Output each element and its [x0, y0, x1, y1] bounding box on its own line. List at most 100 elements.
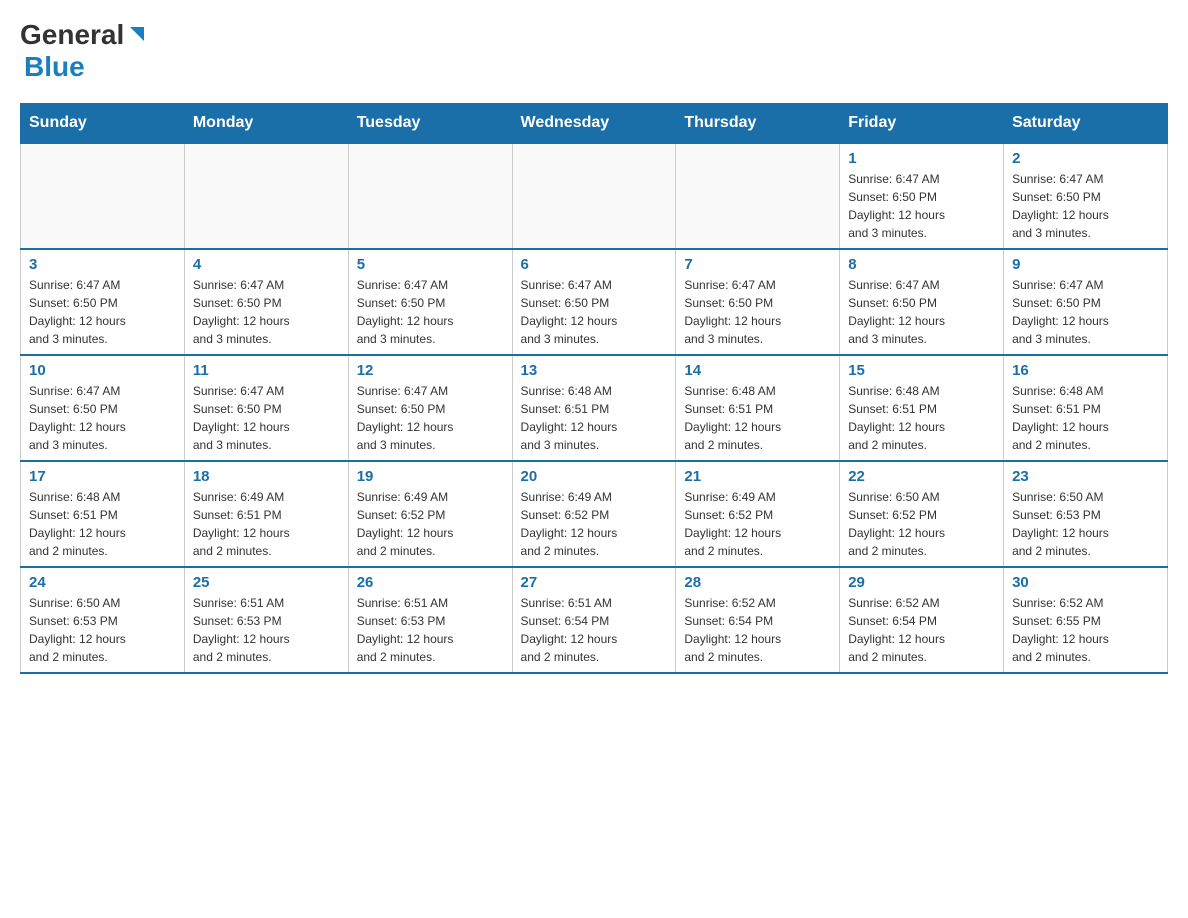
day-number: 14 — [684, 362, 831, 379]
day-info: Sunrise: 6:47 AM Sunset: 6:50 PM Dayligh… — [848, 276, 995, 348]
day-info: Sunrise: 6:50 AM Sunset: 6:53 PM Dayligh… — [29, 594, 176, 666]
day-info: Sunrise: 6:47 AM Sunset: 6:50 PM Dayligh… — [1012, 276, 1159, 348]
day-number: 1 — [848, 150, 995, 167]
day-number: 15 — [848, 362, 995, 379]
calendar-cell: 4 Sunrise: 6:47 AM Sunset: 6:50 PM Daylig… — [184, 249, 348, 355]
day-number: 11 — [193, 362, 340, 379]
calendar-cell: 6 Sunrise: 6:47 AM Sunset: 6:50 PM Daylig… — [512, 249, 676, 355]
calendar-cell: 7Sunrise: 6:47 AM Sunset: 6:50 PM Daylig… — [676, 249, 840, 355]
calendar-cell: 10Sunrise: 6:47 AM Sunset: 6:50 PM Dayli… — [21, 355, 185, 461]
day-number: 5 — [357, 256, 504, 273]
day-number: 21 — [684, 468, 831, 485]
calendar-cell: 17 Sunrise: 6:48 AM Sunset: 6:51 PM Dayli… — [21, 461, 185, 567]
day-number: 6 — [521, 256, 668, 273]
calendar-cell: 30 Sunrise: 6:52 AM Sunset: 6:55 PM Dayli… — [1004, 567, 1168, 673]
calendar-table: SundayMondayTuesdayWednesdayThursdayFrid… — [20, 103, 1168, 674]
logo-blue: Blue — [24, 51, 85, 83]
calendar-cell: 14 Sunrise: 6:48 AM Sunset: 6:51 PM Dayli… — [676, 355, 840, 461]
calendar-cell: 26 Sunrise: 6:51 AM Sunset: 6:53 PM Dayli… — [348, 567, 512, 673]
day-info: Sunrise: 6:48 AM Sunset: 6:51 PM Dayligh… — [684, 382, 831, 454]
day-number: 7 — [684, 256, 831, 273]
weekday-header-friday: Friday — [840, 103, 1004, 143]
calendar-cell — [676, 143, 840, 249]
logo-arrow-icon — [126, 25, 148, 47]
day-number: 26 — [357, 574, 504, 591]
day-info: Sunrise: 6:52 AM Sunset: 6:55 PM Dayligh… — [1012, 594, 1159, 666]
week-row-3: 10Sunrise: 6:47 AM Sunset: 6:50 PM Dayli… — [21, 355, 1168, 461]
calendar-cell — [21, 143, 185, 249]
day-number: 20 — [521, 468, 668, 485]
day-number: 2 — [1012, 150, 1159, 167]
day-number: 8 — [848, 256, 995, 273]
calendar-cell: 21 Sunrise: 6:49 AM Sunset: 6:52 PM Dayli… — [676, 461, 840, 567]
day-number: 18 — [193, 468, 340, 485]
calendar-cell: 20Sunrise: 6:49 AM Sunset: 6:52 PM Dayli… — [512, 461, 676, 567]
day-number: 24 — [29, 574, 176, 591]
weekday-header-sunday: Sunday — [21, 103, 185, 143]
calendar-cell: 5 Sunrise: 6:47 AM Sunset: 6:50 PM Daylig… — [348, 249, 512, 355]
weekday-header-row: SundayMondayTuesdayWednesdayThursdayFrid… — [21, 103, 1168, 143]
day-number: 30 — [1012, 574, 1159, 591]
calendar-cell: 12 Sunrise: 6:47 AM Sunset: 6:50 PM Dayli… — [348, 355, 512, 461]
day-info: Sunrise: 6:48 AM Sunset: 6:51 PM Dayligh… — [1012, 382, 1159, 454]
day-info: Sunrise: 6:52 AM Sunset: 6:54 PM Dayligh… — [848, 594, 995, 666]
day-info: Sunrise: 6:49 AM Sunset: 6:51 PM Dayligh… — [193, 488, 340, 560]
day-info: Sunrise: 6:51 AM Sunset: 6:53 PM Dayligh… — [357, 594, 504, 666]
calendar-cell: 13Sunrise: 6:48 AM Sunset: 6:51 PM Dayli… — [512, 355, 676, 461]
weekday-header-wednesday: Wednesday — [512, 103, 676, 143]
calendar-cell: 3 Sunrise: 6:47 AM Sunset: 6:50 PM Daylig… — [21, 249, 185, 355]
calendar-cell: 11Sunrise: 6:47 AM Sunset: 6:50 PM Dayli… — [184, 355, 348, 461]
day-number: 17 — [29, 468, 176, 485]
week-row-1: 1 Sunrise: 6:47 AM Sunset: 6:50 PM Daylig… — [21, 143, 1168, 249]
day-info: Sunrise: 6:52 AM Sunset: 6:54 PM Dayligh… — [684, 594, 831, 666]
calendar-cell: 2Sunrise: 6:47 AM Sunset: 6:50 PM Daylig… — [1004, 143, 1168, 249]
day-info: Sunrise: 6:48 AM Sunset: 6:51 PM Dayligh… — [521, 382, 668, 454]
calendar-cell: 27 Sunrise: 6:51 AM Sunset: 6:54 PM Dayli… — [512, 567, 676, 673]
logo-general: General — [20, 20, 124, 51]
calendar-cell: 16Sunrise: 6:48 AM Sunset: 6:51 PM Dayli… — [1004, 355, 1168, 461]
day-info: Sunrise: 6:49 AM Sunset: 6:52 PM Dayligh… — [357, 488, 504, 560]
calendar-cell: 1 Sunrise: 6:47 AM Sunset: 6:50 PM Daylig… — [840, 143, 1004, 249]
day-info: Sunrise: 6:50 AM Sunset: 6:53 PM Dayligh… — [1012, 488, 1159, 560]
day-number: 9 — [1012, 256, 1159, 273]
day-number: 4 — [193, 256, 340, 273]
day-number: 22 — [848, 468, 995, 485]
day-number: 23 — [1012, 468, 1159, 485]
day-number: 12 — [357, 362, 504, 379]
day-info: Sunrise: 6:49 AM Sunset: 6:52 PM Dayligh… — [684, 488, 831, 560]
day-number: 3 — [29, 256, 176, 273]
week-row-2: 3 Sunrise: 6:47 AM Sunset: 6:50 PM Daylig… — [21, 249, 1168, 355]
day-info: Sunrise: 6:48 AM Sunset: 6:51 PM Dayligh… — [29, 488, 176, 560]
day-info: Sunrise: 6:47 AM Sunset: 6:50 PM Dayligh… — [521, 276, 668, 348]
day-info: Sunrise: 6:47 AM Sunset: 6:50 PM Dayligh… — [193, 276, 340, 348]
calendar-cell — [348, 143, 512, 249]
day-info: Sunrise: 6:47 AM Sunset: 6:50 PM Dayligh… — [29, 276, 176, 348]
calendar-cell: 29 Sunrise: 6:52 AM Sunset: 6:54 PM Dayli… — [840, 567, 1004, 673]
day-info: Sunrise: 6:47 AM Sunset: 6:50 PM Dayligh… — [357, 382, 504, 454]
calendar-cell: 25Sunrise: 6:51 AM Sunset: 6:53 PM Dayli… — [184, 567, 348, 673]
logo: General Blue — [20, 20, 148, 83]
calendar-cell: 15Sunrise: 6:48 AM Sunset: 6:51 PM Dayli… — [840, 355, 1004, 461]
weekday-header-monday: Monday — [184, 103, 348, 143]
weekday-header-thursday: Thursday — [676, 103, 840, 143]
calendar-cell: 19 Sunrise: 6:49 AM Sunset: 6:52 PM Dayli… — [348, 461, 512, 567]
day-info: Sunrise: 6:51 AM Sunset: 6:54 PM Dayligh… — [521, 594, 668, 666]
weekday-header-tuesday: Tuesday — [348, 103, 512, 143]
day-number: 27 — [521, 574, 668, 591]
day-info: Sunrise: 6:47 AM Sunset: 6:50 PM Dayligh… — [357, 276, 504, 348]
day-number: 25 — [193, 574, 340, 591]
calendar-cell: 8 Sunrise: 6:47 AM Sunset: 6:50 PM Daylig… — [840, 249, 1004, 355]
calendar-cell — [184, 143, 348, 249]
day-info: Sunrise: 6:50 AM Sunset: 6:52 PM Dayligh… — [848, 488, 995, 560]
day-number: 28 — [684, 574, 831, 591]
day-info: Sunrise: 6:47 AM Sunset: 6:50 PM Dayligh… — [848, 170, 995, 242]
calendar-cell: 23 Sunrise: 6:50 AM Sunset: 6:53 PM Dayli… — [1004, 461, 1168, 567]
calendar-cell — [512, 143, 676, 249]
day-number: 19 — [357, 468, 504, 485]
calendar-cell: 24 Sunrise: 6:50 AM Sunset: 6:53 PM Dayli… — [21, 567, 185, 673]
calendar-cell: 28 Sunrise: 6:52 AM Sunset: 6:54 PM Dayli… — [676, 567, 840, 673]
week-row-5: 24 Sunrise: 6:50 AM Sunset: 6:53 PM Dayli… — [21, 567, 1168, 673]
day-number: 29 — [848, 574, 995, 591]
page-header: General Blue — [20, 20, 1168, 83]
calendar-cell: 18 Sunrise: 6:49 AM Sunset: 6:51 PM Dayli… — [184, 461, 348, 567]
